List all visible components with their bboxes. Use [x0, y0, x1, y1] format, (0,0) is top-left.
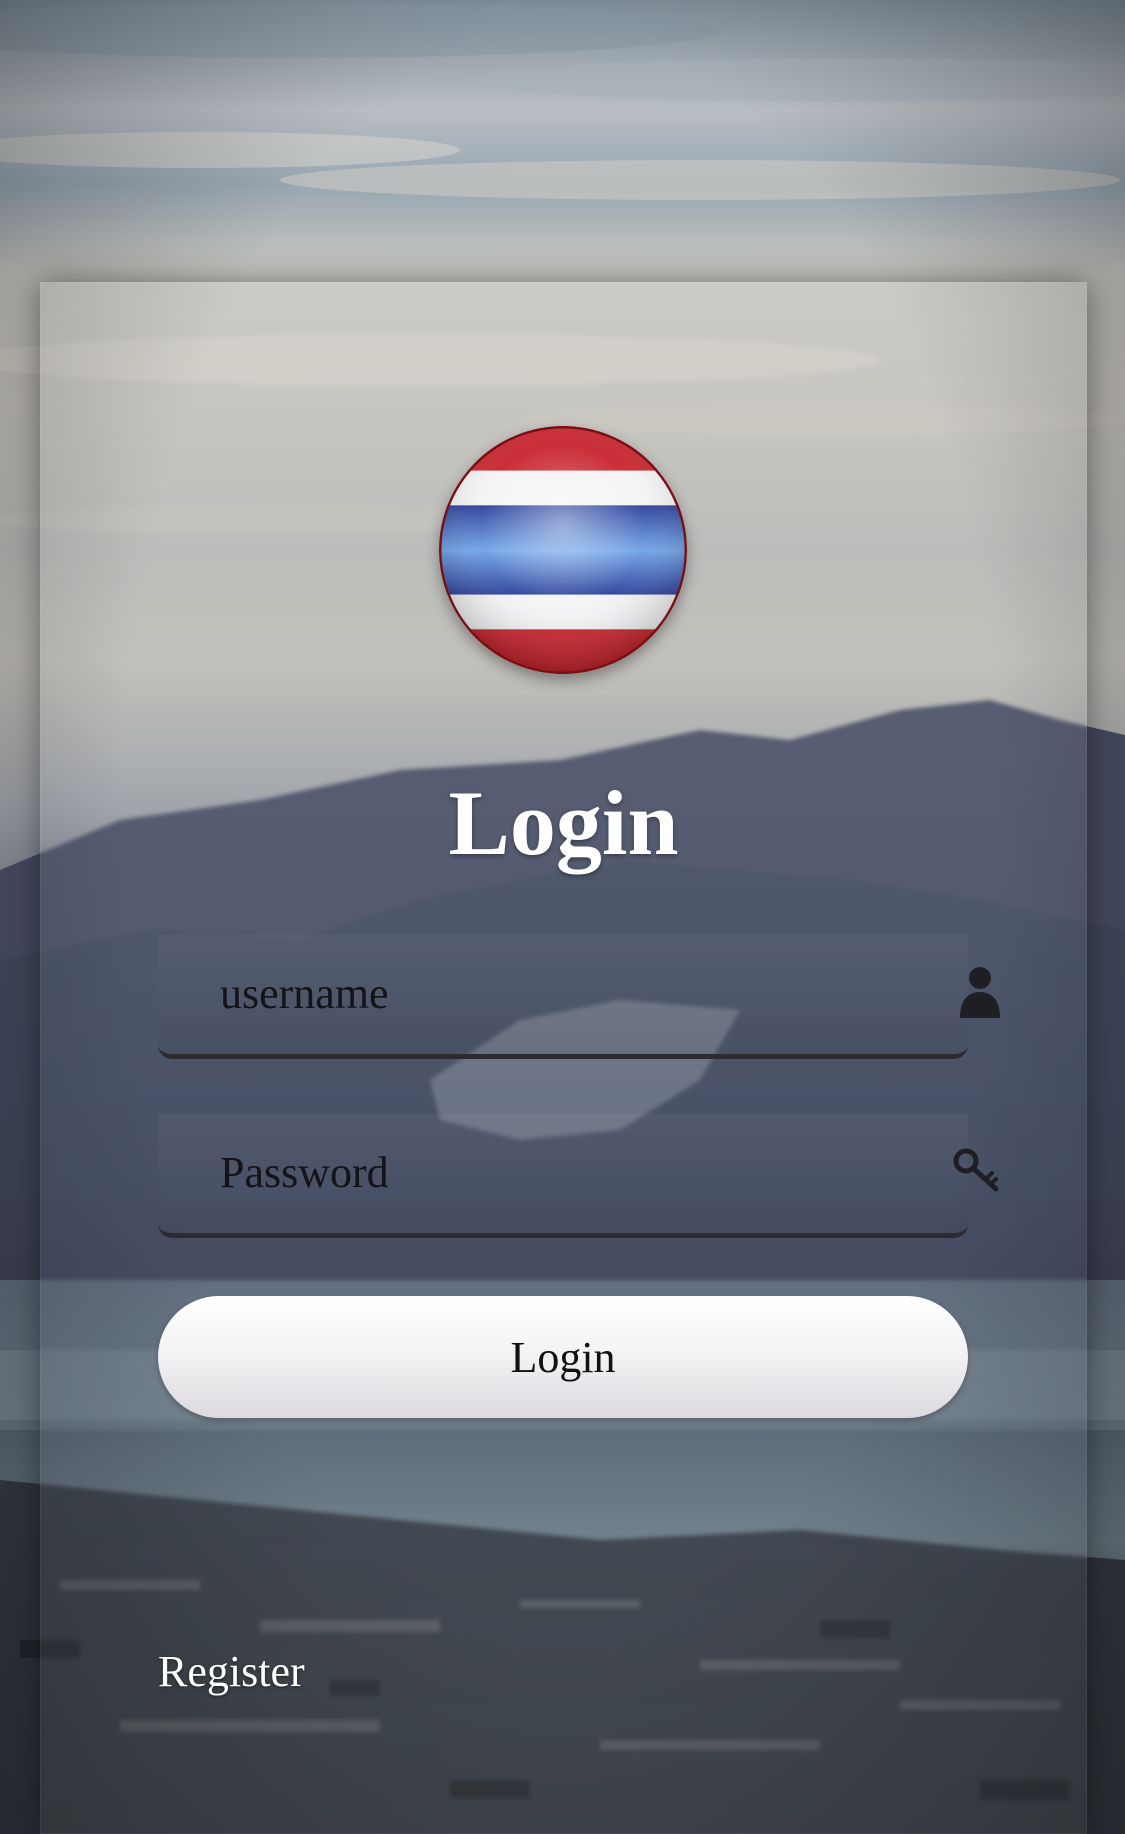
thailand-flag-icon — [439, 426, 687, 674]
key-icon — [952, 1145, 1002, 1201]
register-link[interactable]: Register — [158, 1646, 305, 1697]
username-field — [158, 936, 1000, 1059]
page-title: Login — [448, 772, 679, 874]
login-button[interactable]: Login — [158, 1296, 968, 1418]
username-input[interactable] — [218, 936, 902, 1050]
password-field — [158, 1115, 999, 1238]
user-icon — [958, 964, 1002, 1020]
login-card: Login Login Register — [40, 282, 1087, 1834]
password-input[interactable] — [218, 1115, 902, 1229]
